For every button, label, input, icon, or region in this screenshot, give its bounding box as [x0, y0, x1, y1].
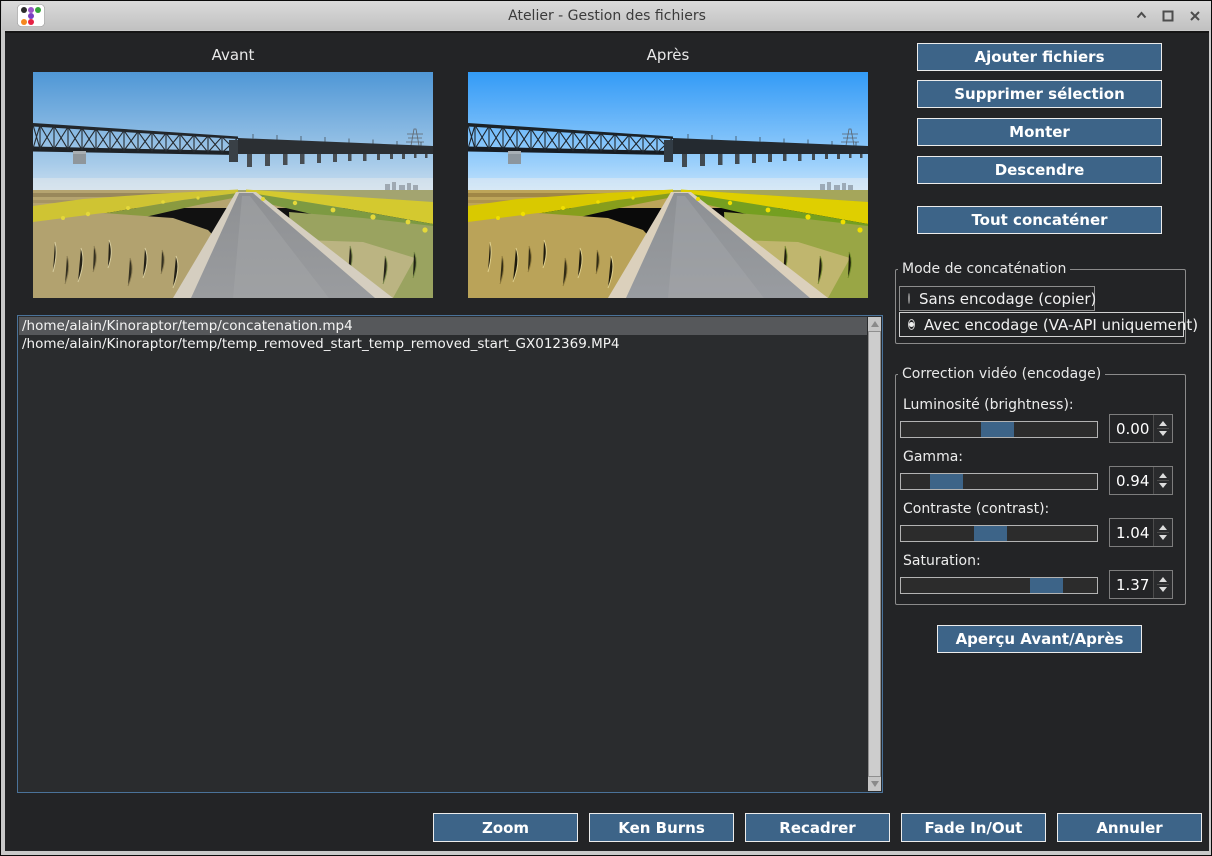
slider-handle[interactable]	[974, 526, 1007, 541]
gamma-spinbox[interactable]: 0.94	[1109, 466, 1173, 495]
contrast-value[interactable]: 1.04	[1110, 519, 1153, 546]
saturation-spinbox[interactable]: 1.37	[1109, 570, 1173, 599]
brightness-value[interactable]: 0.00	[1110, 415, 1153, 442]
cancel-button[interactable]: Annuler	[1057, 813, 1202, 842]
slider-handle[interactable]	[1030, 578, 1063, 593]
maximize-button[interactable]	[1159, 7, 1177, 25]
spin-down-icon[interactable]	[1159, 535, 1167, 540]
spin-up-icon[interactable]	[1159, 525, 1167, 530]
spin-arrows[interactable]	[1153, 467, 1172, 494]
radio-option-copy[interactable]: Sans encodage (copier)	[899, 286, 1095, 311]
spin-down-icon[interactable]	[1159, 431, 1167, 436]
crop-button[interactable]: Recadrer	[745, 813, 890, 842]
roll-up-icon	[1135, 9, 1148, 22]
scroll-up-button[interactable]	[868, 317, 881, 331]
spin-arrows[interactable]	[1153, 415, 1172, 442]
concat-mode-title: Mode de concaténation	[898, 261, 1070, 277]
contrast-label: Contraste (contrast):	[903, 501, 1049, 517]
move-down-button[interactable]: Descendre	[917, 156, 1162, 184]
concat-all-button[interactable]: Tout concaténer	[917, 206, 1162, 234]
zoom-button[interactable]: Zoom	[433, 813, 578, 842]
spin-down-icon[interactable]	[1159, 483, 1167, 488]
scroll-down-button[interactable]	[868, 777, 881, 791]
brightness-spinbox[interactable]: 0.00	[1109, 414, 1173, 443]
preview-before-after-button[interactable]: Aperçu Avant/Après	[937, 625, 1142, 653]
saturation-slider[interactable]	[900, 577, 1098, 594]
gamma-value[interactable]: 0.94	[1110, 467, 1153, 494]
window: Atelier - Gestion des fichiers Avant Apr…	[0, 0, 1212, 856]
slider-handle[interactable]	[930, 474, 963, 489]
radio-on-icon	[908, 319, 915, 330]
radio-option-encode[interactable]: Avec encodage (VA-API uniquement)	[899, 312, 1184, 337]
triangle-up-icon	[871, 321, 879, 327]
add-files-button[interactable]: Ajouter fichiers	[917, 43, 1162, 71]
list-item[interactable]: /home/alain/Kinoraptor/temp/concatenatio…	[19, 317, 867, 335]
saturation-label: Saturation:	[903, 553, 981, 569]
triangle-down-icon	[871, 781, 879, 787]
radio-copy-label: Sans encodage (copier)	[919, 290, 1096, 308]
ken-burns-button[interactable]: Ken Burns	[589, 813, 734, 842]
remove-selection-button[interactable]: Supprimer sélection	[917, 80, 1162, 108]
maximize-icon	[1162, 10, 1174, 22]
contrast-slider[interactable]	[900, 525, 1098, 542]
gamma-slider[interactable]	[900, 473, 1098, 490]
spin-arrows[interactable]	[1153, 571, 1172, 598]
rollup-button[interactable]	[1132, 7, 1150, 25]
preview-after-image	[468, 72, 868, 298]
preview-before-image	[33, 72, 433, 298]
titlebar[interactable]: Atelier - Gestion des fichiers	[2, 1, 1212, 30]
contrast-spinbox[interactable]: 1.04	[1109, 518, 1173, 547]
file-list-scrollbar[interactable]	[868, 317, 881, 791]
file-list-rows: /home/alain/Kinoraptor/temp/concatenatio…	[19, 317, 867, 791]
window-title: Atelier - Gestion des fichiers	[2, 8, 1212, 24]
radio-off-icon	[908, 293, 910, 304]
before-label: Avant	[33, 46, 433, 64]
spin-up-icon[interactable]	[1159, 473, 1167, 478]
move-up-button[interactable]: Monter	[917, 118, 1162, 146]
brightness-label: Luminosité (brightness):	[903, 397, 1074, 413]
fade-in-out-button[interactable]: Fade In/Out	[901, 813, 1046, 842]
after-label: Après	[468, 46, 868, 64]
scrollbar-thumb[interactable]	[868, 331, 881, 777]
spin-arrows[interactable]	[1153, 519, 1172, 546]
file-list[interactable]: /home/alain/Kinoraptor/temp/concatenatio…	[17, 315, 883, 793]
close-button[interactable]	[1186, 7, 1204, 25]
gamma-label: Gamma:	[903, 449, 963, 465]
correction-title: Correction vidéo (encodage)	[898, 366, 1105, 382]
spin-down-icon[interactable]	[1159, 587, 1167, 592]
brightness-slider[interactable]	[900, 421, 1098, 438]
radio-encode-label: Avec encodage (VA-API uniquement)	[924, 316, 1198, 334]
spin-up-icon[interactable]	[1159, 421, 1167, 426]
list-item[interactable]: /home/alain/Kinoraptor/temp/temp_removed…	[19, 335, 867, 353]
spin-up-icon[interactable]	[1159, 577, 1167, 582]
content-area: Avant Après /home/alain/Kinoraptor/temp/…	[5, 31, 1209, 851]
saturation-value[interactable]: 1.37	[1110, 571, 1153, 598]
close-icon	[1189, 10, 1201, 22]
slider-handle[interactable]	[981, 422, 1014, 437]
